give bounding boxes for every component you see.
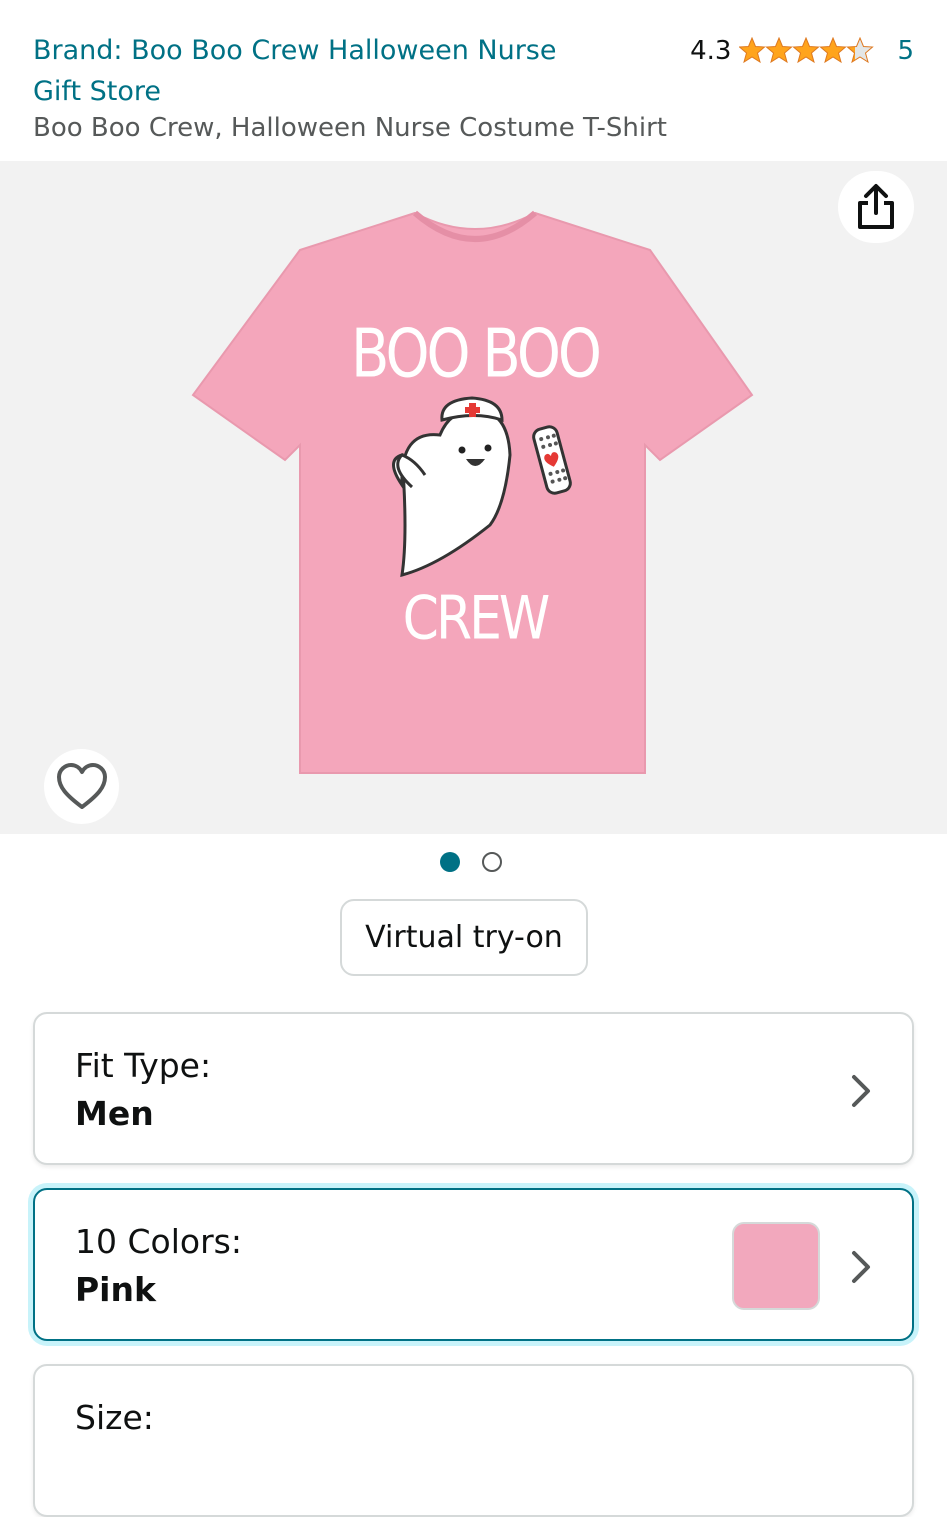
color-selector[interactable]: 10 Colors: Pink: [33, 1188, 914, 1341]
color-swatch[interactable]: [732, 1222, 820, 1310]
rating-count[interactable]: 5: [897, 36, 914, 66]
brand-link[interactable]: Brand: Boo Boo Crew Halloween Nurse Gift…: [33, 30, 593, 112]
star-full-icon: [792, 36, 821, 63]
shirt-text-bottom: CREW: [403, 584, 549, 653]
heart-icon: [56, 762, 107, 809]
shirt-text-top: BOO BOO: [351, 315, 600, 393]
chevron-right-icon: [852, 1251, 870, 1283]
image-pagination: [440, 852, 502, 872]
share-button[interactable]: [838, 171, 914, 243]
pagination-dot-active[interactable]: [440, 852, 460, 872]
star-rating-icon: [739, 36, 875, 65]
product-header: Brand: Boo Boo Crew Halloween Nurse Gift…: [0, 0, 947, 160]
product-image[interactable]: BOO BOO CREW: [190, 205, 760, 780]
product-title: Boo Boo Crew, Halloween Nurse Costume T-…: [33, 113, 667, 143]
star-full-icon: [765, 36, 794, 63]
fit-type-value: Men: [75, 1094, 154, 1133]
fit-type-label: Fit Type:: [75, 1046, 212, 1085]
wishlist-button[interactable]: [44, 749, 119, 824]
size-label: Size:: [75, 1398, 154, 1437]
color-value: Pink: [75, 1270, 156, 1309]
pagination-dot[interactable]: [482, 852, 502, 872]
rating-value: 4.3: [690, 35, 732, 66]
star-full-icon: [739, 36, 767, 63]
size-selector[interactable]: Size:: [33, 1364, 914, 1517]
virtual-try-on-button[interactable]: Virtual try-on: [340, 899, 588, 976]
rating-summary[interactable]: 4.3 5: [690, 30, 914, 71]
fit-type-selector[interactable]: Fit Type: Men: [33, 1012, 914, 1165]
star-partial-icon: [846, 36, 875, 63]
color-label: 10 Colors:: [75, 1222, 242, 1261]
star-full-icon: [819, 36, 848, 63]
chevron-right-icon: [852, 1075, 870, 1107]
share-icon: [858, 184, 894, 229]
